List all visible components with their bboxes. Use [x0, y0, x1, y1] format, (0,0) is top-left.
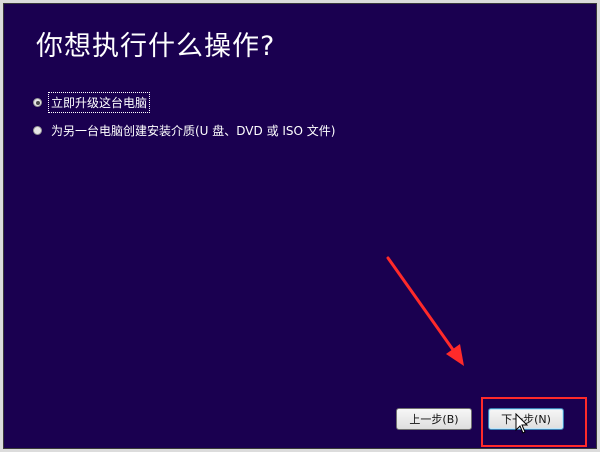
create-media-label: 为另一台电脑创建安装介质(U 盘、DVD 或 ISO 文件) [51, 124, 336, 138]
radio-unselected-icon[interactable] [33, 126, 42, 135]
radio-dot-icon [35, 100, 40, 105]
next-button[interactable]: 下一步(N) [488, 408, 564, 430]
setup-window: 你想执行什么操作? 立即升级这台电脑 为另一台电脑创建安装介质(U 盘、DVD … [3, 3, 597, 449]
upgrade-now-option[interactable]: 立即升级这台电脑 [33, 92, 151, 113]
back-button[interactable]: 上一步(B) [396, 408, 472, 430]
create-media-option[interactable]: 为另一台电脑创建安装介质(U 盘、DVD 或 ISO 文件) [33, 122, 337, 139]
radio-selected-icon[interactable] [33, 98, 42, 107]
page-title: 你想执行什么操作? [36, 31, 276, 62]
upgrade-now-label: 立即升级这台电脑 [47, 92, 151, 113]
